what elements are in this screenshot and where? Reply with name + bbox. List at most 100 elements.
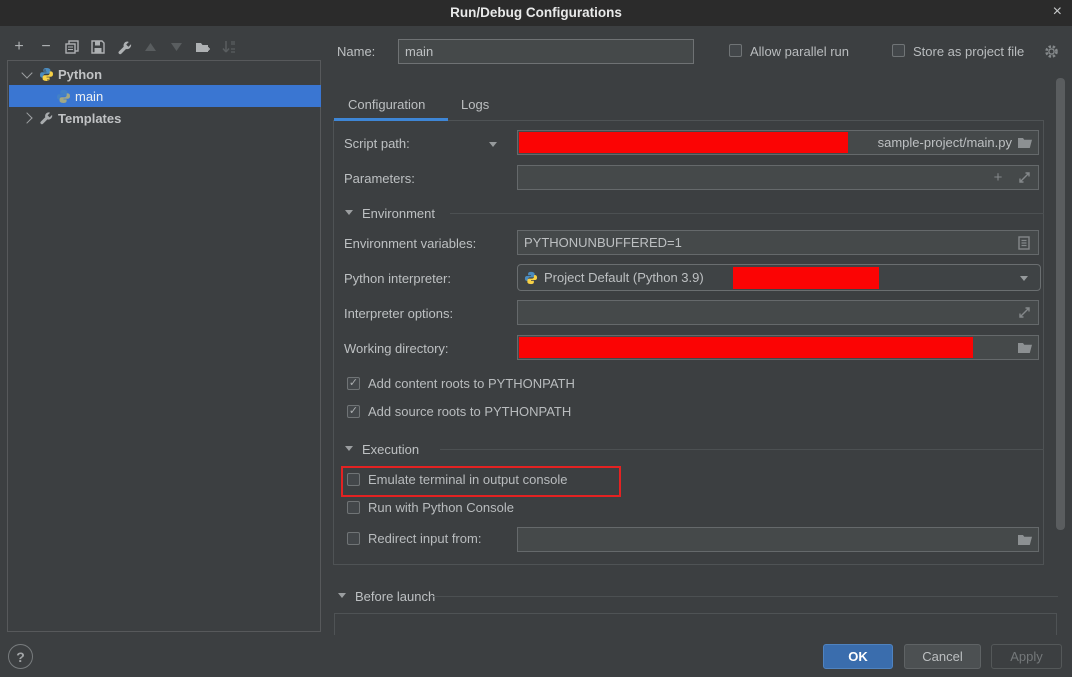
parameters-input[interactable]	[517, 165, 1039, 190]
new-folder-icon	[195, 40, 211, 54]
add-source-roots-checkbox[interactable]: ✓	[347, 405, 360, 418]
redaction-block	[733, 267, 879, 289]
allow-parallel-run-checkbox[interactable]	[729, 44, 742, 57]
script-path-value: sample-project/main.py	[878, 135, 1012, 150]
execution-collapse-icon[interactable]	[345, 446, 353, 451]
environment-collapse-icon[interactable]	[345, 210, 353, 215]
expand-icon	[1018, 171, 1031, 184]
ok-button-label: OK	[848, 649, 868, 664]
working-directory-label: Working directory:	[344, 341, 449, 356]
folder-icon	[1017, 533, 1033, 546]
add-content-roots-label: Add content roots to PYTHONPATH	[368, 376, 575, 391]
dialog-title: Run/Debug Configurations	[0, 0, 1072, 26]
python-interpreter-label: Python interpreter:	[344, 271, 451, 286]
help-icon: ?	[16, 649, 25, 665]
plus-icon: +	[994, 169, 1003, 186]
tree-item-templates[interactable]: Templates	[9, 107, 321, 129]
redaction-block	[519, 132, 848, 153]
check-icon: ✓	[349, 405, 358, 417]
arrow-up-icon	[145, 43, 156, 51]
run-with-python-console-label: Run with Python Console	[368, 500, 514, 515]
before-launch-task-list[interactable]	[334, 613, 1057, 635]
edit-templates-button[interactable]	[114, 37, 134, 57]
chevron-right-icon[interactable]	[21, 112, 32, 123]
help-button[interactable]: ?	[8, 644, 33, 669]
folder-icon	[1017, 136, 1033, 149]
copy-icon	[65, 40, 79, 54]
redirect-input-field[interactable]	[517, 527, 1039, 552]
name-label: Name:	[337, 44, 375, 59]
emulate-terminal-checkbox[interactable]	[347, 473, 360, 486]
ok-button[interactable]: OK	[823, 644, 893, 669]
add-configuration-button[interactable]: +	[9, 37, 29, 57]
run-debug-configurations-dialog: Run/Debug Configurations × + −	[0, 0, 1072, 677]
section-divider	[440, 449, 1044, 450]
create-folder-button[interactable]	[193, 37, 213, 57]
apply-button-label: Apply	[1010, 649, 1043, 664]
redirect-input-browse-button[interactable]	[1016, 532, 1034, 547]
name-input-value: main	[405, 44, 433, 59]
parameters-expand-button[interactable]	[1016, 169, 1032, 185]
script-path-options-button[interactable]	[487, 138, 499, 150]
move-up-button[interactable]	[140, 37, 160, 57]
python-interpreter-dropdown-button[interactable]	[1018, 273, 1030, 283]
execution-section-title: Execution	[362, 442, 419, 457]
chevron-down-icon[interactable]	[21, 67, 32, 78]
python-interpreter-value: Project Default (Python 3.9)	[544, 270, 704, 285]
cancel-button-label: Cancel	[922, 649, 962, 664]
emulate-terminal-label: Emulate terminal in output console	[368, 472, 567, 487]
python-icon	[56, 89, 71, 104]
working-directory-browse-button[interactable]	[1016, 340, 1034, 355]
tree-item-label: Python	[58, 67, 102, 82]
expand-icon	[1018, 306, 1031, 319]
title-bar: Run/Debug Configurations ×	[0, 0, 1072, 26]
redirect-input-checkbox[interactable]	[347, 532, 360, 545]
store-as-project-file-checkbox[interactable]	[892, 44, 905, 57]
before-launch-collapse-icon[interactable]	[338, 593, 346, 598]
parameters-label: Parameters:	[344, 171, 415, 186]
allow-parallel-run-label: Allow parallel run	[750, 44, 849, 59]
sort-configurations-button[interactable]	[219, 37, 239, 57]
move-down-button[interactable]	[166, 37, 186, 57]
environment-variables-value: PYTHONUNBUFFERED=1	[524, 235, 682, 250]
before-launch-section-title: Before launch	[355, 589, 435, 604]
tab-configuration[interactable]: Configuration	[348, 97, 425, 112]
close-icon[interactable]: ×	[1053, 0, 1062, 26]
tree-item-label: main	[75, 89, 103, 104]
tree-item-label: Templates	[58, 111, 121, 126]
store-options-gear-button[interactable]	[1042, 42, 1060, 60]
cancel-button[interactable]: Cancel	[904, 644, 981, 669]
tree-item-python[interactable]: Python	[9, 63, 321, 85]
interpreter-options-expand-button[interactable]	[1016, 304, 1032, 320]
copy-configuration-button[interactable]	[62, 37, 82, 57]
tree-item-main[interactable]: main	[9, 85, 321, 107]
arrow-down-icon	[171, 43, 182, 51]
script-path-label: Script path:	[344, 136, 410, 151]
parameters-add-button[interactable]: +	[990, 168, 1006, 186]
redaction-block	[519, 337, 973, 358]
python-icon	[524, 271, 538, 285]
sort-az-icon	[222, 40, 237, 55]
triangle-down-icon	[1020, 276, 1028, 281]
environment-variables-label: Environment variables:	[344, 236, 476, 251]
folder-icon	[1017, 341, 1033, 354]
environment-variables-input[interactable]: PYTHONUNBUFFERED=1	[517, 230, 1039, 255]
triangle-down-icon	[489, 142, 497, 147]
section-divider	[432, 596, 1058, 597]
tab-logs[interactable]: Logs	[461, 97, 489, 112]
active-tab-underline	[334, 118, 448, 121]
interpreter-options-input[interactable]	[517, 300, 1039, 325]
environment-variables-edit-button[interactable]	[1016, 234, 1032, 251]
save-icon	[91, 40, 105, 54]
apply-button[interactable]: Apply	[991, 644, 1062, 669]
remove-configuration-button[interactable]: −	[36, 37, 56, 57]
add-content-roots-checkbox[interactable]: ✓	[347, 377, 360, 390]
script-path-browse-button[interactable]	[1016, 135, 1034, 150]
name-input[interactable]: main	[398, 39, 694, 64]
section-divider	[450, 213, 1044, 214]
run-with-python-console-checkbox[interactable]	[347, 501, 360, 514]
save-configuration-button[interactable]	[88, 37, 108, 57]
vertical-scrollbar[interactable]	[1056, 78, 1065, 530]
wrench-icon	[39, 111, 53, 125]
check-icon: ✓	[349, 377, 358, 389]
